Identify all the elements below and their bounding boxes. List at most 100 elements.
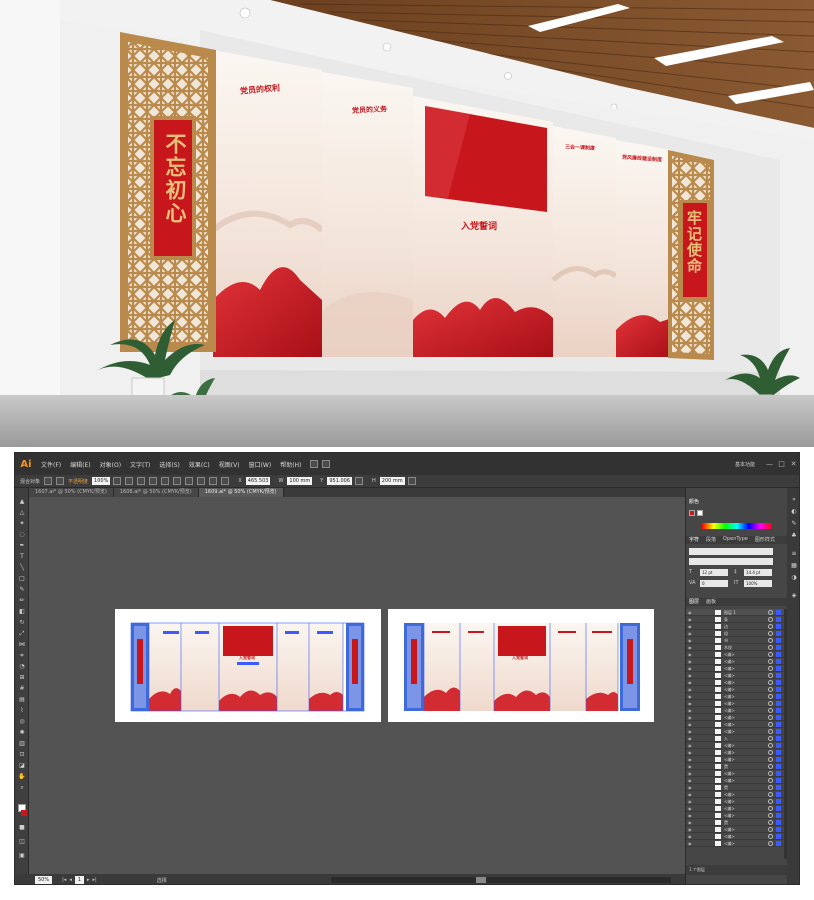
- layer-row[interactable]: ◉ <编>: [686, 658, 784, 665]
- visibility-eye-icon[interactable]: ◉: [688, 840, 692, 847]
- visibility-eye-icon[interactable]: ◉: [688, 791, 692, 798]
- layer-selection-indicator[interactable]: [776, 806, 781, 811]
- opacity-field[interactable]: 100%: [92, 477, 111, 485]
- line-tool-icon[interactable]: ╲: [18, 564, 26, 572]
- maximize-button[interactable]: □: [777, 460, 786, 469]
- layer-target-icon[interactable]: [768, 785, 773, 790]
- layers-tab[interactable]: 图层: [689, 598, 699, 606]
- layer-selection-indicator[interactable]: [776, 827, 781, 832]
- visibility-eye-icon[interactable]: ◉: [688, 770, 692, 777]
- visibility-eye-icon[interactable]: ◉: [688, 721, 692, 728]
- minimize-button[interactable]: —: [765, 460, 774, 469]
- layer-target-icon[interactable]: [768, 813, 773, 818]
- color-tab[interactable]: 颜色: [689, 498, 699, 506]
- menu-edit[interactable]: 编辑(E): [70, 460, 90, 469]
- stroke-color-icon[interactable]: [21, 810, 27, 816]
- visibility-eye-icon[interactable]: ◉: [688, 756, 692, 763]
- layer-target-icon[interactable]: [768, 652, 773, 657]
- visibility-eye-icon[interactable]: ◉: [688, 630, 692, 637]
- transform-icon[interactable]: [209, 477, 218, 485]
- layer-target-icon[interactable]: [768, 771, 773, 776]
- layer-row[interactable]: ◉ <编>: [686, 742, 784, 749]
- layer-selection-indicator[interactable]: [776, 694, 781, 699]
- free-transform-tool-icon[interactable]: ⌗: [18, 652, 26, 660]
- opentype-tab[interactable]: OpenType: [723, 536, 748, 544]
- doc-tab-1607[interactable]: 1607.ai* @ 50% (CMYK/预览): [29, 488, 114, 497]
- layer-row[interactable]: ◉ <编>: [686, 812, 784, 819]
- layer-selection-indicator[interactable]: [776, 610, 781, 615]
- layer-row[interactable]: ◉ <编>: [686, 770, 784, 777]
- layer-row[interactable]: ◉ <编>: [686, 693, 784, 700]
- layer-row[interactable]: ◉ <编>: [686, 686, 784, 693]
- stroke-swatch-icon[interactable]: [56, 477, 65, 485]
- y-field[interactable]: 951.006: [327, 477, 353, 485]
- layer-target-icon[interactable]: [768, 624, 773, 629]
- layer-row[interactable]: ◉ 入: [686, 735, 784, 742]
- blend-tool-icon[interactable]: ◎: [18, 718, 26, 726]
- fill-swatch[interactable]: [689, 510, 695, 516]
- layer-selection-indicator[interactable]: [776, 785, 781, 790]
- layer-selection-indicator[interactable]: [776, 764, 781, 769]
- layer-selection-indicator[interactable]: [776, 638, 781, 643]
- mesh-tool-icon[interactable]: #: [18, 685, 26, 693]
- horizontal-scroll-thumb[interactable]: [476, 877, 486, 883]
- slice-tool-icon[interactable]: ◪: [18, 762, 26, 770]
- visibility-eye-icon[interactable]: ◉: [688, 833, 692, 840]
- layer-row[interactable]: ◉ <编>: [686, 840, 784, 847]
- menu-select[interactable]: 选择(S): [159, 460, 180, 469]
- layer-target-icon[interactable]: [768, 841, 773, 846]
- layer-selection-indicator[interactable]: [776, 799, 781, 804]
- visibility-eye-icon[interactable]: ◉: [688, 749, 692, 756]
- layer-row[interactable]: ◉ <编>: [686, 700, 784, 707]
- menu-view[interactable]: 视图(V): [219, 460, 240, 469]
- layer-selection-indicator[interactable]: [776, 701, 781, 706]
- artboards-tab[interactable]: 画板: [706, 598, 716, 606]
- visibility-eye-icon[interactable]: ◉: [688, 623, 692, 630]
- layer-target-icon[interactable]: [768, 673, 773, 678]
- magic-wand-tool-icon[interactable]: ✦: [18, 520, 26, 528]
- column-graph-tool-icon[interactable]: ▥: [18, 740, 26, 748]
- layer-target-icon[interactable]: [768, 687, 773, 692]
- artboard-nav-prev-icon[interactable]: ◂: [69, 877, 72, 883]
- width-tool-icon[interactable]: ⋈: [18, 641, 26, 649]
- layer-row[interactable]: ◉ 条: [686, 616, 784, 623]
- layer-selection-indicator[interactable]: [776, 652, 781, 657]
- shape-builder-tool-icon[interactable]: ◔: [18, 663, 26, 671]
- menu-window[interactable]: 窗口(W): [249, 460, 272, 469]
- zoom-field[interactable]: 50%: [35, 876, 53, 884]
- layer-row[interactable]: ◉ 书: [686, 637, 784, 644]
- layer-target-icon[interactable]: [768, 694, 773, 699]
- artboard-nav-last-icon[interactable]: ▸|: [93, 877, 97, 883]
- paragraph-tab[interactable]: 段落: [706, 536, 716, 544]
- menu-help[interactable]: 帮助(H): [280, 460, 301, 469]
- layer-selection-indicator[interactable]: [776, 645, 781, 650]
- reference-point-icon[interactable]: [221, 477, 230, 485]
- doc-tab-1608[interactable]: 1608.ai* @ 50% (CMYK/预览): [113, 488, 199, 497]
- visibility-eye-icon[interactable]: ◉: [688, 672, 692, 679]
- font-style-field[interactable]: [689, 558, 773, 565]
- scale-field[interactable]: 100%: [744, 580, 772, 587]
- bridge-icon[interactable]: [310, 460, 319, 468]
- layer-target-icon[interactable]: [768, 729, 773, 734]
- visibility-eye-icon[interactable]: ◉: [688, 742, 692, 749]
- visibility-eye-icon[interactable]: ◉: [688, 714, 692, 721]
- brushes-icon[interactable]: ✎: [790, 520, 798, 528]
- direct-selection-tool-icon[interactable]: △: [18, 509, 26, 517]
- layer-row[interactable]: ◉ <编>: [686, 714, 784, 721]
- visibility-eye-icon[interactable]: ◉: [688, 805, 692, 812]
- visibility-eye-icon[interactable]: ◉: [688, 728, 692, 735]
- layer-selection-indicator[interactable]: [776, 841, 781, 846]
- layer-row[interactable]: ◉ <编>: [686, 749, 784, 756]
- layer-row[interactable]: ◉ 木纹: [686, 644, 784, 651]
- status-text[interactable]: 选择: [157, 877, 167, 884]
- constrain-proportions-icon[interactable]: [355, 477, 364, 485]
- layer-selection-indicator[interactable]: [776, 617, 781, 622]
- paintbrush-tool-icon[interactable]: ✎: [18, 586, 26, 594]
- layer-selection-indicator[interactable]: [776, 743, 781, 748]
- layer-row[interactable]: ◉ <编>: [686, 665, 784, 672]
- layer-row[interactable]: ◉ 边: [686, 623, 784, 630]
- draw-mode-icon[interactable]: ◫: [18, 838, 26, 846]
- visibility-eye-icon[interactable]: ◉: [688, 658, 692, 665]
- layer-row[interactable]: ◉ <编>: [686, 651, 784, 658]
- visibility-eye-icon[interactable]: ◉: [688, 637, 692, 644]
